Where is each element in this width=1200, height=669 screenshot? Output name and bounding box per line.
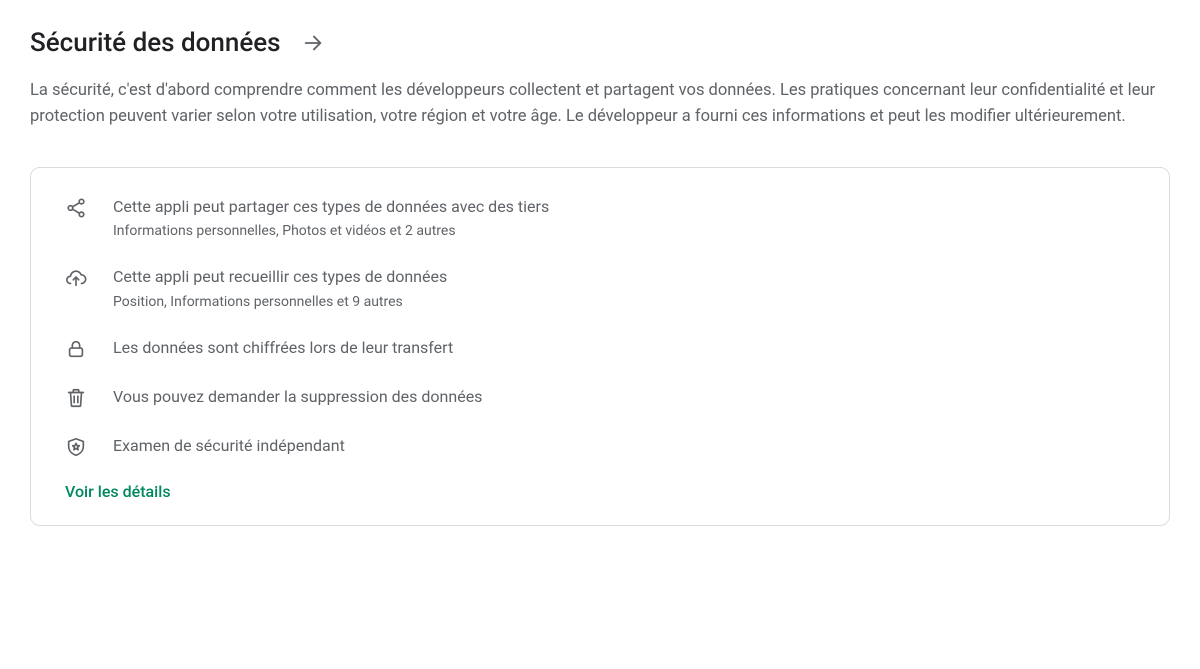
item-title: Cette appli peut recueillir ces types de… xyxy=(113,266,1135,288)
lock-icon xyxy=(65,338,87,360)
item-title: Examen de sécurité indépendant xyxy=(113,435,1135,457)
see-details-link[interactable]: Voir les détails xyxy=(65,482,171,501)
list-item: Vous pouvez demander la suppression des … xyxy=(65,386,1135,409)
list-item: Examen de sécurité indépendant xyxy=(65,435,1135,458)
item-title: Vous pouvez demander la suppression des … xyxy=(113,386,1135,408)
section-header: Sécurité des données xyxy=(30,28,1170,58)
list-item: Cette appli peut recueillir ces types de… xyxy=(65,266,1135,311)
trash-icon xyxy=(65,387,87,409)
share-icon xyxy=(65,197,87,219)
section-title: Sécurité des données xyxy=(30,28,281,58)
section-description: La sécurité, c'est d'abord comprendre co… xyxy=(30,78,1170,131)
cloud-upload-icon xyxy=(65,267,87,289)
item-subtitle: Informations personnelles, Photos et vid… xyxy=(113,222,1135,240)
item-title: Cette appli peut partager ces types de d… xyxy=(113,196,1135,218)
shield-icon xyxy=(65,436,87,458)
data-safety-card: Cette appli peut partager ces types de d… xyxy=(30,167,1170,526)
item-subtitle: Position, Informations personnelles et 9… xyxy=(113,293,1135,311)
item-title: Les données sont chiffrées lors de leur … xyxy=(113,337,1135,359)
list-item: Les données sont chiffrées lors de leur … xyxy=(65,337,1135,360)
list-item: Cette appli peut partager ces types de d… xyxy=(65,196,1135,241)
arrow-right-icon[interactable] xyxy=(299,29,327,57)
